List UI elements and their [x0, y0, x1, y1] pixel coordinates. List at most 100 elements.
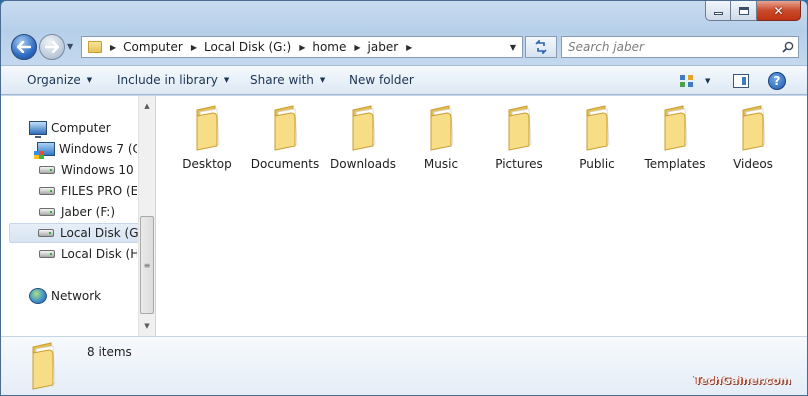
back-button[interactable] — [11, 34, 37, 60]
forward-arrow-icon — [45, 41, 59, 53]
search-box[interactable] — [561, 36, 799, 58]
chevron-right-icon[interactable]: ▶ — [406, 43, 412, 52]
view-grid-icon — [680, 75, 693, 87]
breadcrumb-label[interactable]: home — [312, 40, 346, 54]
minimize-icon — [713, 12, 723, 15]
folder-icon — [586, 105, 610, 151]
details-pane: 8 items TechGainer.com — [1, 336, 807, 395]
tree-item-network[interactable]: Network — [29, 286, 137, 306]
tree-item-windows-10[interactable]: Windows 10 (D — [11, 160, 137, 180]
breadcrumb-label[interactable]: Local Disk (G:) — [204, 40, 291, 54]
folder-downloads[interactable]: Downloads — [324, 104, 402, 176]
new-folder-button[interactable]: New folder — [349, 73, 414, 87]
folder-label: Music — [423, 157, 459, 171]
chevron-right-icon[interactable]: ▶ — [299, 43, 305, 52]
explorer-window: ✕ ▼ ▶ Computer ▶ Local Disk (G:) ▶ home … — [0, 0, 808, 396]
close-button[interactable]: ✕ — [757, 1, 801, 21]
breadcrumb-home[interactable]: ▶ home — [291, 40, 346, 54]
preview-pane-button[interactable] — [733, 74, 749, 88]
tree-item-label: Network — [51, 289, 102, 303]
organize-label: Organize — [27, 73, 81, 87]
grip-icon: ≡ — [143, 260, 151, 270]
recent-pages-dropdown[interactable]: ▼ — [67, 42, 73, 51]
forward-button[interactable] — [39, 34, 65, 60]
folder-videos[interactable]: Videos — [714, 104, 792, 176]
refresh-button[interactable] — [525, 36, 557, 58]
folder-icon — [32, 342, 56, 390]
folder-templates[interactable]: Templates — [636, 104, 714, 176]
tree-item-jaber[interactable]: Jaber (F:) — [11, 202, 137, 222]
maximize-button[interactable] — [731, 1, 757, 21]
tree-item-label: Computer — [51, 121, 111, 135]
minimize-button[interactable] — [705, 1, 731, 21]
folder-label: Public — [579, 157, 615, 171]
refresh-icon — [535, 40, 547, 54]
caption-buttons: ✕ — [705, 1, 801, 21]
help-button[interactable]: ? — [768, 72, 786, 90]
folder-desktop[interactable]: Desktop — [168, 104, 246, 176]
tree-item-computer[interactable]: Computer — [29, 118, 137, 138]
tree-item-windows-7[interactable]: Windows 7 (C:) — [11, 139, 137, 159]
drive-icon — [39, 250, 55, 258]
folder-icon — [352, 105, 376, 151]
folder-pictures[interactable]: Pictures — [480, 104, 558, 176]
watermark: TechGainer.com — [694, 374, 791, 387]
folder-label: Desktop — [182, 157, 232, 171]
folder-documents[interactable]: Documents — [246, 104, 324, 176]
drive-icon — [38, 229, 54, 237]
tree-item-label: Local Disk (H:) — [61, 247, 137, 261]
navigation-pane-scrollbar[interactable]: ▲ ≡ ▼ — [138, 96, 155, 336]
drive-icon — [39, 166, 55, 174]
tree-item-label: Windows 7 (C:) — [59, 142, 137, 156]
folder-icon — [508, 105, 532, 151]
breadcrumb-label[interactable]: jaber — [368, 40, 399, 54]
folder-label: Documents — [250, 157, 320, 171]
include-in-library-menu[interactable]: Include in library ▼ — [117, 73, 229, 87]
computer-icon — [29, 121, 47, 138]
chevron-right-icon[interactable]: ▶ — [110, 43, 116, 52]
folder-public[interactable]: Public — [558, 104, 636, 176]
close-icon: ✕ — [773, 3, 784, 18]
share-with-menu[interactable]: Share with ▼ — [250, 73, 325, 87]
folder-icon — [196, 105, 220, 151]
caret-down-icon: ▼ — [319, 76, 326, 84]
breadcrumb-jaber[interactable]: ▶ jaber ▶ — [346, 40, 419, 54]
folder-icon — [274, 105, 298, 151]
breadcrumb-label[interactable]: Computer — [123, 40, 183, 54]
tree-item-label: Windows 10 (D — [61, 163, 137, 177]
address-history-dropdown[interactable]: ▼ — [504, 37, 522, 57]
folder-icon — [430, 105, 454, 151]
chevron-right-icon[interactable]: ▶ — [354, 43, 360, 52]
search-icon[interactable] — [778, 41, 798, 53]
tree-item-local-disk-h[interactable]: Local Disk (H:) — [11, 244, 137, 264]
tree-item-files-pro[interactable]: FILES PRO (E:) — [11, 181, 137, 201]
drive-icon — [39, 208, 55, 216]
navigation-pane: Computer Windows 7 (C:) Windows 10 (D FI… — [1, 96, 155, 336]
file-list: Desktop Documents Downloads Music Pictur… — [156, 96, 807, 336]
scroll-down-icon[interactable]: ▼ — [139, 318, 155, 334]
folder-label: Videos — [733, 157, 773, 171]
chevron-right-icon[interactable]: ▶ — [191, 43, 197, 52]
breadcrumb-local-disk-g[interactable]: ▶ Local Disk (G:) — [183, 40, 291, 54]
tree-item-label: Jaber (F:) — [61, 205, 116, 219]
back-arrow-icon — [17, 41, 31, 53]
change-view-button[interactable]: ▼ — [679, 74, 710, 88]
folder-icon — [664, 105, 688, 151]
address-bar[interactable]: ▶ Computer ▶ Local Disk (G:) ▶ home ▶ ja… — [81, 36, 523, 58]
caret-down-icon[interactable]: ▼ — [705, 77, 710, 85]
navigation-bar: ▼ ▶ Computer ▶ Local Disk (G:) ▶ home ▶ … — [9, 34, 799, 60]
drive-icon — [39, 187, 55, 195]
folder-label: Templates — [644, 157, 706, 171]
caret-down-icon: ▼ — [223, 76, 230, 84]
organize-menu[interactable]: Organize ▼ — [27, 73, 92, 87]
breadcrumb-computer[interactable]: ▶ Computer — [102, 40, 183, 54]
windows-drive-icon — [34, 142, 55, 159]
network-icon — [29, 288, 47, 304]
tree-item-local-disk-g[interactable]: Local Disk (G:) — [9, 223, 139, 243]
folder-music[interactable]: Music — [402, 104, 480, 176]
scroll-thumb[interactable]: ≡ — [140, 216, 154, 314]
maximize-icon — [738, 6, 749, 15]
scroll-up-icon[interactable]: ▲ — [139, 98, 155, 114]
item-count: 8 items — [87, 345, 132, 359]
search-input[interactable] — [562, 38, 778, 56]
